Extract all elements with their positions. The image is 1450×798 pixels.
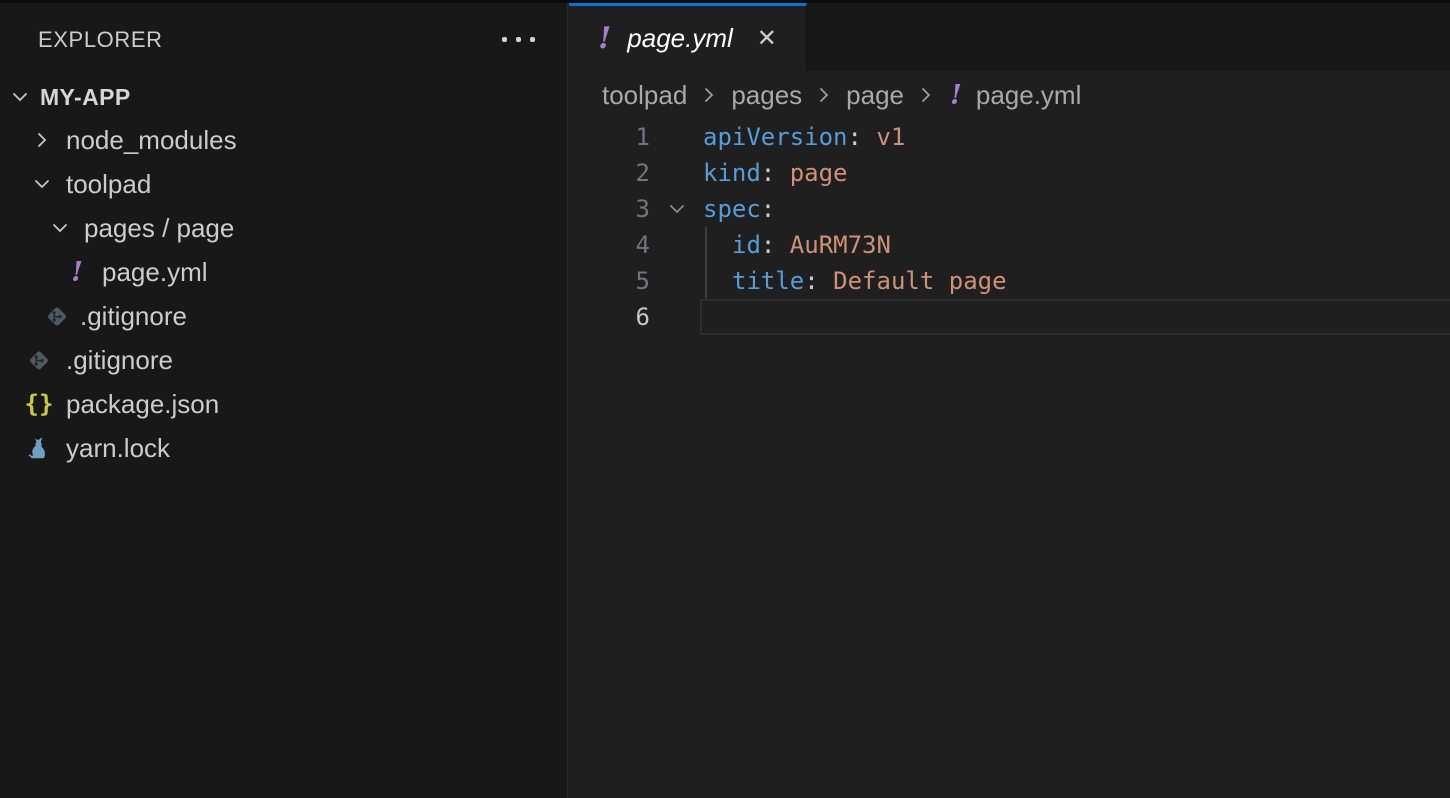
yaml-icon: ! [950,82,962,109]
yaml-key: apiVersion [703,123,848,151]
sidebar-item-toolpad[interactable]: toolpad [0,162,567,206]
yaml-value: Default page [819,267,1007,295]
yaml-colon: : [848,123,862,151]
breadcrumb-item-pages[interactable]: pages [731,80,802,111]
breadcrumb-item-page-yml[interactable]: page.yml [976,80,1082,111]
line-number: 3 [569,195,650,223]
sidebar-item-package-json[interactable]: {} package.json [0,382,567,426]
workspace-section-my-app[interactable]: MY-APP [0,76,567,118]
yaml-value: v1 [862,123,905,151]
workspace-name: MY-APP [40,84,131,111]
more-actions-icon[interactable] [500,31,537,48]
tree-item-label: page.yml [102,257,208,288]
tree-item-label: yarn.lock [66,433,170,464]
tab-bar: ! page.yml ✕ [569,3,1450,71]
code-line[interactable]: 3 spec: [569,191,1450,227]
yaml-value: AuRM73N [775,231,891,259]
yaml-icon: ! [64,259,90,286]
code-line[interactable]: 4 id: AuRM73N [569,227,1450,263]
editor-code-area[interactable]: 1 apiVersion: v1 2 kind: page 3 spec: 4 … [569,119,1450,335]
code-text: id: AuRM73N [703,231,891,259]
vscode-window: EXPLORER MY-APP node_modules toolpad [0,0,1450,798]
chevron-down-icon [8,86,32,108]
breadcrumb-item-page[interactable]: page [846,80,904,111]
yaml-colon: : [761,159,775,187]
json-icon: {} [26,392,52,416]
chevron-down-icon [48,217,72,239]
sidebar-item-pages-page[interactable]: pages / page [0,206,567,250]
code-line[interactable]: 6 [569,299,1450,335]
yaml-key: id [732,231,761,259]
close-icon[interactable]: ✕ [757,27,777,51]
yaml-colon: : [761,231,775,259]
breadcrumb: toolpad pages page ! page.yml [569,71,1450,119]
yaml-value: page [775,159,847,187]
code-line[interactable]: 1 apiVersion: v1 [569,119,1450,155]
tab-page-yml[interactable]: ! page.yml ✕ [569,3,807,71]
tree-item-label: node_modules [66,125,237,156]
code-line[interactable]: 2 kind: page [569,155,1450,191]
yarn-icon [26,435,52,461]
git-icon [26,347,52,374]
chevron-right-icon [814,83,834,107]
line-number: 2 [569,159,650,187]
line-number: 4 [569,231,650,259]
yaml-icon: ! [598,24,611,54]
tab-label: page.yml [627,23,733,54]
yaml-colon: : [804,267,818,295]
chevron-right-icon [916,83,936,107]
window-top-border [0,0,1450,3]
tree-item-label: toolpad [66,169,151,200]
tree-item-label: package.json [66,389,219,420]
yaml-key: kind [703,159,761,187]
sidebar-item-node-modules[interactable]: node_modules [0,118,567,162]
git-icon [44,303,70,330]
sidebar-item-page-yml[interactable]: ! page.yml [0,250,567,294]
explorer-sidebar: EXPLORER MY-APP node_modules toolpad [0,3,568,798]
chevron-down-icon [30,173,54,195]
chevron-right-icon [699,83,719,107]
code-text: title: Default page [703,267,1007,295]
chevron-right-icon [30,129,54,151]
yaml-colon: : [761,195,775,223]
sidebar-item-gitignore-nested[interactable]: .gitignore [0,294,567,338]
code-text: spec: [703,195,775,223]
tree-item-label: pages / page [84,213,234,244]
explorer-title: EXPLORER [38,27,163,53]
fold-chevron-down-icon[interactable] [650,198,703,220]
editor-group: ! page.yml ✕ toolpad pages page ! page.y… [569,3,1450,798]
code-text: kind: page [703,159,848,187]
tree-item-label: .gitignore [80,301,187,332]
tree-item-label: .gitignore [66,345,173,376]
code-text: apiVersion: v1 [703,123,905,151]
explorer-header: EXPLORER [0,3,567,76]
sidebar-item-yarn-lock[interactable]: yarn.lock [0,426,567,470]
line-number: 5 [569,267,650,295]
line-number: 1 [569,123,650,151]
yaml-key: spec [703,195,761,223]
sidebar-item-gitignore[interactable]: .gitignore [0,338,567,382]
breadcrumb-item-toolpad[interactable]: toolpad [602,80,687,111]
line-number: 6 [569,303,650,331]
yaml-key: title [732,267,804,295]
code-line[interactable]: 5 title: Default page [569,263,1450,299]
